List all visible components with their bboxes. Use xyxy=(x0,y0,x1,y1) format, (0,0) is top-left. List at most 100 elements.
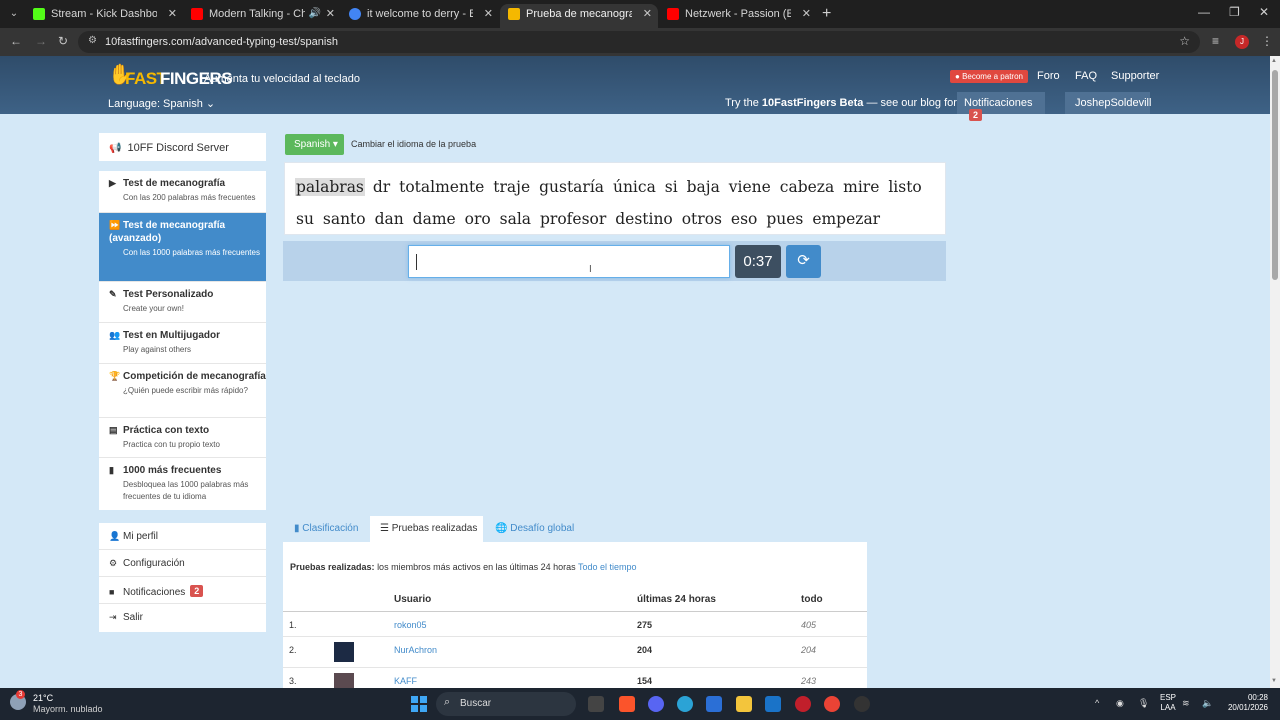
tab-search-icon[interactable]: ⌄ xyxy=(5,5,23,23)
back-icon[interactable]: ← xyxy=(10,34,22,48)
sidebar-item-notifications[interactable]: ■ Notificaciones 2 xyxy=(99,577,266,604)
reload-icon[interactable]: ↻ xyxy=(58,34,68,48)
close-tab-icon[interactable]: ✕ xyxy=(168,4,177,24)
chevron-down-icon: ⌄ xyxy=(205,98,216,110)
scroll-down-icon[interactable]: ▼ xyxy=(1271,678,1277,684)
page-scrollbar[interactable]: ▲ ▼ xyxy=(1270,56,1280,688)
tab-label: Desafío global xyxy=(510,523,575,534)
input-language-indicator[interactable]: ESP LAA xyxy=(1160,693,1176,713)
taskbar-search[interactable]: ⌕ Buscar xyxy=(436,692,576,716)
url-text[interactable]: 10fastfingers.com/advanced-typing-test/s… xyxy=(105,36,338,48)
close-tab-icon[interactable]: ✕ xyxy=(802,4,811,24)
tab-title: Modern Talking - Cheri Cheri Lady xyxy=(209,8,305,20)
nav-link-foro[interactable]: Foro xyxy=(1037,70,1060,82)
column-header-user: Usuario xyxy=(394,594,432,605)
tab-global-challenge[interactable]: 🌐 Desafío global xyxy=(485,516,580,542)
task-view-icon[interactable] xyxy=(588,696,604,712)
nav-link-faq[interactable]: FAQ xyxy=(1075,70,1097,82)
user-menu[interactable]: JoshepSoldevill xyxy=(1065,92,1151,114)
search-placeholder: Buscar xyxy=(460,698,492,709)
edge-icon[interactable] xyxy=(677,696,693,712)
discord-icon[interactable] xyxy=(648,696,664,712)
all-time-link[interactable]: Todo el tiempo xyxy=(578,562,637,572)
tab-title: Netzwerk - Passion (Extended Mix) xyxy=(685,8,791,20)
word: dame xyxy=(412,210,456,228)
beta-name[interactable]: 10FastFingers Beta xyxy=(762,97,863,109)
change-language-label: Cambiar el idioma de la prueba xyxy=(351,139,477,149)
discord-server-link[interactable]: 📢 10FF Discord Server xyxy=(99,133,266,161)
close-tab-icon[interactable]: ✕ xyxy=(484,4,493,24)
word: dan xyxy=(374,210,404,228)
sidebar-item-multiplayer[interactable]: 👥 Test en Multijugador Play against other… xyxy=(99,323,266,364)
tray-overflow-icon[interactable]: ^ xyxy=(1095,698,1099,708)
start-button[interactable] xyxy=(411,696,427,712)
user-link[interactable]: NurAchron xyxy=(394,645,437,655)
minimize-icon[interactable]: — xyxy=(1198,5,1210,19)
avatar[interactable] xyxy=(334,673,354,688)
nav-link-supporter[interactable]: Supporter xyxy=(1111,70,1159,82)
tab-ranking[interactable]: ▮ Clasificación xyxy=(284,516,368,542)
maximize-icon[interactable]: ❐ xyxy=(1229,5,1240,19)
become-patron-button[interactable]: ● Become a patron xyxy=(950,70,1028,83)
speaker-icon[interactable]: 🔊 xyxy=(309,4,321,24)
user-link[interactable]: rokon05 xyxy=(394,620,427,630)
store-icon[interactable] xyxy=(706,696,722,712)
system-clock[interactable]: 00:28 20/01/2026 xyxy=(1222,693,1268,713)
tab-tests-taken[interactable]: ☰ Pruebas realizadas xyxy=(370,516,483,542)
sidebar-item-typing-test[interactable]: ▶ Test de mecanografía Con las 200 palabr… xyxy=(99,171,266,213)
address-bar[interactable]: ⚙ 10fastfingers.com/advanced-typing-test… xyxy=(78,31,1200,53)
chrome-icon[interactable] xyxy=(824,696,840,712)
sidebar-item-profile[interactable]: 👤 Mi perfil xyxy=(99,523,266,550)
scrollbar-thumb[interactable] xyxy=(1272,70,1278,280)
test-language-dropdown[interactable]: Spanish ▾ xyxy=(285,134,344,155)
desc-bold: Pruebas realizadas: xyxy=(290,562,375,572)
close-tab-icon[interactable]: ✕ xyxy=(643,4,652,24)
profile-avatar[interactable]: J xyxy=(1235,35,1249,49)
user-link[interactable]: KAFF xyxy=(394,676,417,686)
words-display: palabras dr totalmente traje gustaría ún… xyxy=(284,162,946,235)
avatar[interactable] xyxy=(334,642,354,662)
browser-tab[interactable]: Modern Talking - Cheri Cheri Lady 🔊 ✕ xyxy=(183,4,341,28)
sidebar-item-top-1000[interactable]: ▮ 1000 más frecuentes Desbloquea las 1000… xyxy=(99,458,266,510)
row-divider xyxy=(283,667,867,668)
menu-kebab-icon[interactable]: ⋮ xyxy=(1261,34,1273,48)
list-icon: ☰ xyxy=(380,523,389,534)
mode-title: 1000 más frecuentes xyxy=(123,465,222,476)
new-tab-button[interactable]: + xyxy=(822,4,831,24)
browser-tab[interactable]: it welcome to derry - Buscar con Google … xyxy=(341,4,499,28)
comment-icon: ■ xyxy=(109,587,115,597)
wifi-icon[interactable]: ≋ xyxy=(1182,698,1190,709)
bookmark-star-icon[interactable]: ☆ xyxy=(1179,34,1190,48)
notifications-button[interactable]: Notificaciones2 xyxy=(957,92,1045,121)
kick-icon xyxy=(33,8,45,20)
volume-icon[interactable]: 🔈 xyxy=(1202,698,1213,709)
brave-icon[interactable] xyxy=(619,696,635,712)
network-icon[interactable]: ◉ xyxy=(1116,698,1124,709)
sidebar-item-settings[interactable]: ⚙ Configuración xyxy=(99,550,266,577)
file-explorer-icon[interactable] xyxy=(736,696,752,712)
obs-icon[interactable] xyxy=(854,696,870,712)
typing-input[interactable] xyxy=(408,245,730,278)
close-window-icon[interactable]: ✕ xyxy=(1259,5,1269,19)
microphone-icon[interactable]: 🎙 xyxy=(1138,698,1149,709)
browser-tab-active[interactable]: Prueba de mecanografía avanzada ✕ xyxy=(500,4,658,28)
sidebar-item-competition[interactable]: 🏆 Competición de mecanografía ¿Quién pued… xyxy=(99,364,266,418)
restart-test-button[interactable]: ⟳ xyxy=(786,245,821,278)
sidebar-item-advanced-test[interactable]: ⏩ Test de mecanografía (avanzado) Con las… xyxy=(99,213,266,282)
language-selector[interactable]: Language: Spanish ⌄ xyxy=(108,97,215,110)
media-controls-icon[interactable]: ≡ xyxy=(1212,34,1219,48)
browser-tab[interactable]: Stream - Kick Dashboard ✕ xyxy=(25,4,183,28)
close-tab-icon[interactable]: ✕ xyxy=(326,4,335,24)
scroll-up-icon[interactable]: ▲ xyxy=(1271,58,1277,64)
browser-tab[interactable]: Netzwerk - Passion (Extended Mix) ✕ xyxy=(659,4,817,28)
word: única xyxy=(612,178,656,196)
discord-label: 10FF Discord Server xyxy=(127,142,229,154)
app-icon[interactable] xyxy=(795,696,811,712)
sidebar-item-logout[interactable]: ⇥ Salir xyxy=(99,604,266,631)
sidebar-item-text-practice[interactable]: ▤ Práctica con texto Practica con tu prop… xyxy=(99,418,266,458)
forward-icon[interactable]: → xyxy=(35,34,47,48)
word: santo xyxy=(322,210,366,228)
mail-icon[interactable] xyxy=(765,696,781,712)
site-info-icon[interactable]: ⚙ xyxy=(88,35,97,46)
sidebar-item-custom-test[interactable]: ✎ Test Personalizado Create your own! xyxy=(99,282,266,323)
